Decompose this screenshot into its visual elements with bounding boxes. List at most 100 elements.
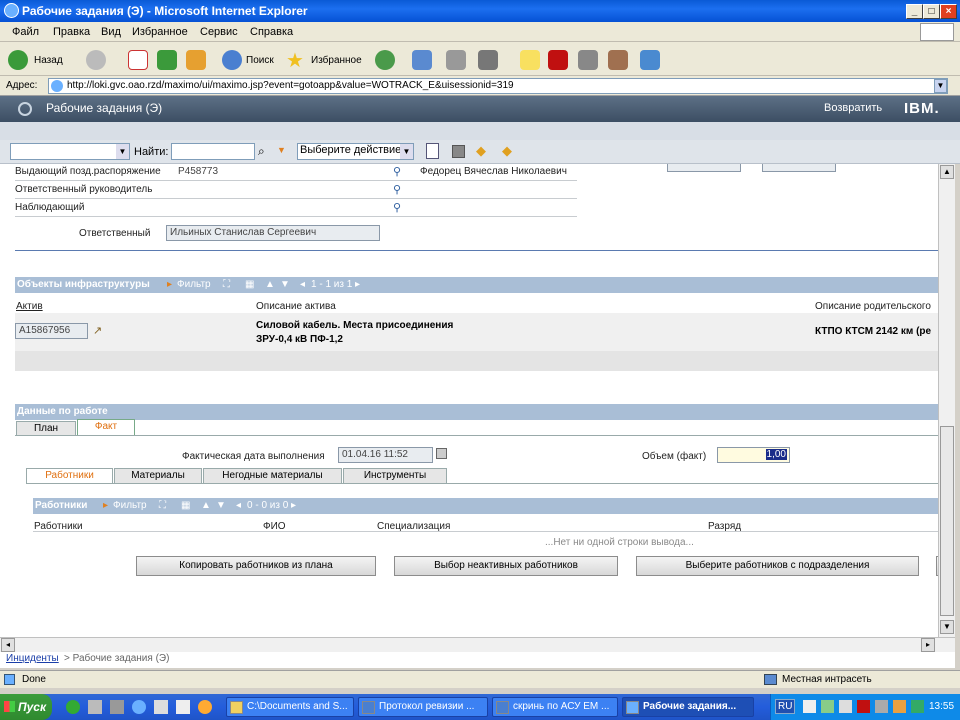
lookup-icon[interactable]: ⚲ bbox=[393, 165, 401, 178]
quicklaunch-icon[interactable] bbox=[176, 700, 190, 714]
menu-help[interactable]: Справка bbox=[250, 26, 293, 38]
quicklaunch-icon[interactable] bbox=[110, 700, 124, 714]
taskbar-item-word-protocol[interactable]: Протокол ревизии ... bbox=[358, 697, 488, 717]
favorites-star-icon[interactable]: ★ bbox=[286, 48, 304, 73]
subtab-tools[interactable]: Инструменты bbox=[343, 468, 447, 483]
tray-icon[interactable] bbox=[839, 700, 852, 713]
table-row[interactable]: A15867956 ↗ Силовой кабель. Места присое… bbox=[15, 313, 938, 351]
volume-field[interactable]: 1,00 bbox=[717, 447, 790, 463]
search-icon[interactable] bbox=[222, 50, 242, 70]
menu-file[interactable]: Файл bbox=[12, 26, 39, 38]
home-icon[interactable] bbox=[186, 50, 206, 70]
kaspersky-tray-icon[interactable] bbox=[857, 700, 870, 713]
chevron-down-icon[interactable]: ▼ bbox=[277, 145, 286, 155]
tool-icon[interactable] bbox=[608, 50, 628, 70]
col-asset-header[interactable]: Актив bbox=[16, 301, 43, 312]
save-icon[interactable] bbox=[452, 145, 465, 158]
next-page-icon[interactable]: ▸ bbox=[291, 498, 296, 514]
print-icon[interactable] bbox=[446, 50, 466, 70]
asset-detail-icon[interactable]: ↗ bbox=[93, 324, 102, 337]
filter-icon[interactable]: ▸ bbox=[103, 498, 108, 514]
next-icon[interactable]: ◆ bbox=[502, 143, 512, 159]
dept-workers-button[interactable]: Выберите работников с подразделения bbox=[636, 556, 919, 576]
previous-icon[interactable]: ◆ bbox=[476, 143, 486, 159]
download-icon[interactable]: ▦ bbox=[245, 277, 254, 293]
quicklaunch-ie-icon[interactable] bbox=[132, 700, 146, 714]
responsible-field[interactable]: Ильиных Станислав Сергеевич bbox=[166, 225, 380, 241]
window-titlebar[interactable]: Рабочие задания (Э) - Microsoft Internet… bbox=[0, 0, 960, 22]
mail-icon[interactable] bbox=[412, 50, 432, 70]
lookup-icon[interactable]: ⚲ bbox=[393, 183, 401, 196]
quicklaunch-media-icon[interactable] bbox=[198, 700, 212, 714]
arrow-up-icon[interactable]: ▲ bbox=[201, 498, 211, 514]
address-input[interactable]: http://loki.gvc.oao.rzd/maximo/ui/maximo… bbox=[48, 78, 948, 94]
tray-icon[interactable] bbox=[893, 700, 906, 713]
favorites-button-label[interactable]: Избранное bbox=[311, 55, 362, 66]
arrow-up-icon[interactable]: ▲ bbox=[265, 277, 275, 293]
menu-edit[interactable]: Правка bbox=[53, 26, 90, 38]
taskbar-item-folder[interactable]: C:\Documents and S... bbox=[226, 697, 354, 717]
tray-icon[interactable] bbox=[875, 700, 888, 713]
tray-icon[interactable] bbox=[911, 700, 924, 713]
scroll-thumb[interactable] bbox=[940, 426, 954, 616]
minimize-button[interactable]: _ bbox=[906, 4, 923, 19]
asset-field[interactable]: A15867956 bbox=[15, 323, 88, 339]
refresh-icon[interactable] bbox=[157, 50, 177, 70]
quicklaunch-icon[interactable] bbox=[88, 700, 102, 714]
clear-filter-icon[interactable]: ⛶ bbox=[159, 498, 166, 514]
subtab-materials[interactable]: Материалы bbox=[114, 468, 202, 483]
subtab-bad-materials[interactable]: Негодные материалы bbox=[203, 468, 342, 483]
filter-icon[interactable]: ▸ bbox=[167, 277, 172, 293]
scroll-down-icon[interactable]: ▼ bbox=[940, 620, 954, 634]
cut-field[interactable] bbox=[762, 164, 836, 172]
back-button-label[interactable]: Назад bbox=[34, 55, 63, 66]
download-icon[interactable]: ▦ bbox=[181, 498, 190, 514]
scroll-right-icon[interactable]: ▸ bbox=[921, 638, 935, 652]
users-icon[interactable] bbox=[640, 50, 660, 70]
note-icon[interactable] bbox=[520, 50, 540, 70]
forward-icon[interactable] bbox=[86, 50, 106, 70]
fact-date-field[interactable]: 01.04.16 11:52 bbox=[338, 447, 433, 463]
copy-workers-button[interactable]: Копировать работников из плана bbox=[136, 556, 376, 576]
return-link[interactable]: Возвратить bbox=[824, 102, 882, 114]
arrow-down-icon[interactable]: ▼ bbox=[280, 277, 290, 293]
scroll-left-icon[interactable]: ◂ bbox=[1, 638, 15, 652]
calendar-icon[interactable] bbox=[436, 448, 447, 459]
taskbar-item-ie[interactable]: Рабочие задания... bbox=[622, 697, 754, 717]
language-indicator[interactable]: RU bbox=[775, 699, 796, 714]
lookup-icon[interactable]: ⚲ bbox=[393, 201, 401, 214]
messenger-icon[interactable] bbox=[578, 50, 598, 70]
back-icon[interactable] bbox=[8, 50, 28, 70]
edit-icon[interactable] bbox=[478, 50, 498, 70]
tray-icon[interactable] bbox=[821, 700, 834, 713]
tab-fact[interactable]: Факт bbox=[77, 419, 135, 436]
scroll-up-icon[interactable]: ▲ bbox=[940, 165, 954, 179]
breadcrumb-link-incidents[interactable]: Инциденты bbox=[6, 653, 59, 664]
subtab-workers[interactable]: Работники bbox=[26, 468, 113, 483]
tray-icon[interactable] bbox=[803, 700, 816, 713]
menu-view[interactable]: Вид bbox=[101, 26, 121, 38]
start-button[interactable]: Пуск bbox=[0, 694, 52, 720]
stop-icon[interactable] bbox=[128, 50, 148, 70]
quicklaunch-icon[interactable] bbox=[154, 700, 168, 714]
tab-plan[interactable]: План bbox=[16, 421, 76, 436]
vertical-scrollbar[interactable]: ▲ ▼ bbox=[938, 164, 955, 637]
clear-filter-icon[interactable]: ⛶ bbox=[223, 277, 230, 293]
quicklaunch-tree-icon[interactable] bbox=[66, 700, 80, 714]
address-dropdown-icon[interactable]: ▼ bbox=[934, 79, 947, 93]
close-button[interactable]: × bbox=[940, 4, 957, 19]
next-page-icon[interactable]: ▸ bbox=[355, 277, 360, 293]
inactive-workers-button[interactable]: Выбор неактивных работников bbox=[394, 556, 618, 576]
record-select[interactable]: ▼ bbox=[10, 143, 130, 160]
search-button-label[interactable]: Поиск bbox=[246, 55, 274, 66]
taskbar-item-word-screens[interactable]: скринь по АСУ ЕМ ... bbox=[492, 697, 618, 717]
arrow-down-icon[interactable]: ▼ bbox=[216, 498, 226, 514]
new-record-icon[interactable] bbox=[426, 143, 439, 159]
history-icon[interactable] bbox=[375, 50, 395, 70]
horizontal-scrollbar[interactable]: ◂ ▸ bbox=[0, 637, 955, 652]
find-input[interactable] bbox=[171, 143, 255, 160]
prev-page-icon[interactable]: ◂ bbox=[236, 498, 241, 514]
menu-tools[interactable]: Сервис bbox=[200, 26, 238, 38]
menu-favorites[interactable]: Избранное bbox=[132, 26, 188, 38]
cut-field[interactable] bbox=[667, 164, 741, 172]
